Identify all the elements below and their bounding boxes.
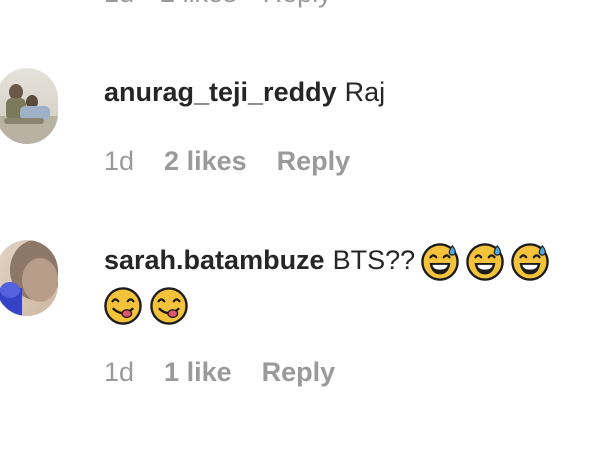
avatar-photo: [0, 68, 58, 144]
comments-panel: 1d 2 likes Reply: [0, 0, 600, 450]
comment-likes[interactable]: 1 like: [164, 357, 232, 388]
avatar[interactable]: [0, 68, 58, 144]
comment-meta: 1d 2 likes Reply: [104, 146, 600, 177]
grinning-sweat-emoji-icon: [421, 243, 459, 281]
yum-emoji-icon: [150, 287, 188, 325]
grinning-sweat-emoji-icon: [466, 243, 504, 281]
comment-likes[interactable]: 2 likes: [160, 0, 237, 9]
reply-button[interactable]: Reply: [262, 357, 336, 388]
avatar-photo: [0, 240, 58, 316]
comment-time: 1d: [104, 356, 135, 387]
reply-button[interactable]: Reply: [277, 146, 351, 177]
comment-text-line: sarah.batambuze BTS??: [104, 242, 600, 281]
comment-username[interactable]: sarah.batambuze: [104, 245, 325, 275]
comment-meta: 1d 1 like Reply: [104, 357, 600, 388]
previous-comment-meta: 1d 2 likes Reply: [104, 0, 332, 9]
reply-button[interactable]: Reply: [263, 0, 332, 9]
comment-likes[interactable]: 2 likes: [164, 146, 247, 177]
comment-text: Raj: [344, 77, 386, 107]
avatar[interactable]: [0, 240, 58, 316]
comment-text-line: anurag_teji_reddy Raj: [104, 74, 600, 110]
grinning-sweat-emoji-icon: [511, 243, 549, 281]
comment-time: 1d: [104, 0, 134, 9]
emoji-line: [104, 287, 600, 325]
comment-username[interactable]: anurag_teji_reddy: [104, 77, 337, 107]
comment-text: BTS??: [332, 245, 416, 275]
comment-time: 1d: [104, 146, 135, 176]
yum-emoji-icon: [104, 287, 142, 325]
